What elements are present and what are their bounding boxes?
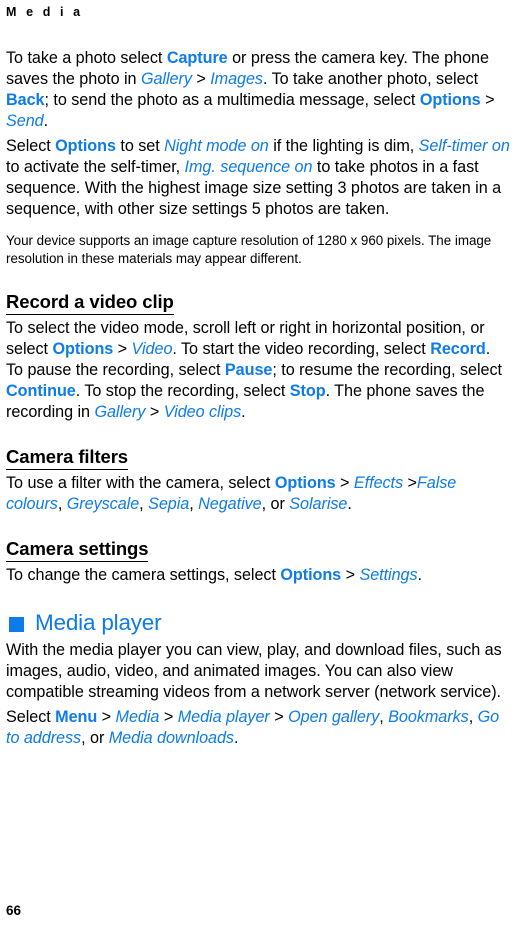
ui-term-effects: Effects (353, 474, 404, 492)
ui-term-send: Send (6, 112, 44, 130)
ui-term-options: Options (419, 91, 481, 109)
filled-square-icon (9, 616, 24, 632)
ui-term-menu: Menu (55, 708, 98, 726)
ui-term-open-gallery: Open gallery (288, 708, 380, 726)
media-player-description-paragraph: With the media player you can view, play… (6, 641, 502, 701)
ui-term-negative: Negative (198, 495, 262, 513)
text-run: Select (6, 137, 56, 155)
ui-term-record: Record (430, 340, 486, 358)
text-run: to activate the self-timer, (6, 158, 185, 176)
ui-term-settings: Settings (359, 566, 418, 584)
text-run: To use a filter with the camera, select (6, 474, 275, 492)
ui-term-video-clips: Video clips (163, 403, 242, 421)
text-run: Select (6, 708, 56, 726)
text-run: , (468, 708, 478, 726)
heading-camera-settings-wrap: Camera settings (6, 537, 510, 562)
ui-term-solarise: Solarise (289, 495, 348, 513)
heading-camera-filters: Camera filters (6, 445, 128, 470)
path-separator: > (113, 340, 132, 358)
ui-term-pause: Pause (224, 361, 273, 379)
text-run: , (189, 495, 199, 513)
ui-term-continue: Continue (6, 382, 76, 400)
text-run: . To stop the recording, select (75, 382, 290, 400)
ui-term-options: Options (55, 137, 116, 155)
text-run: , (379, 708, 389, 726)
ui-term-self-timer-on: Self-timer on (418, 137, 510, 155)
page-number: 66 (6, 903, 22, 918)
path-separator: > (341, 566, 360, 584)
media-player-menu-path-paragraph: Select Menu > Media > Media player > Ope… (6, 707, 510, 749)
ui-term-gallery: Gallery (140, 70, 192, 88)
ui-term-sepia: Sepia (148, 495, 190, 513)
text-run: . (417, 566, 423, 584)
path-separator: > (145, 403, 164, 421)
path-separator: > (335, 474, 354, 492)
ui-term-options: Options (280, 566, 342, 584)
text-run: To change the camera settings, select (6, 566, 281, 584)
ui-term-greyscale: Greyscale (66, 495, 140, 513)
text-run: . (241, 403, 246, 421)
ui-term-stop: Stop (289, 382, 326, 400)
text-run: , (57, 495, 67, 513)
ui-term-capture: Capture (166, 49, 228, 67)
ui-term-options: Options (274, 474, 336, 492)
camera-settings-paragraph: To change the camera settings, select Op… (6, 565, 510, 586)
path-separator: > (403, 474, 417, 492)
video-recording-paragraph: To select the video mode, scroll left or… (6, 318, 510, 423)
path-separator: > (269, 708, 289, 726)
ui-term-gallery: Gallery (94, 403, 146, 421)
running-header: M e d i a (6, 5, 84, 19)
ui-term-media-player: Media player (177, 708, 270, 726)
ui-term-img-sequence-on: Img. sequence on (184, 158, 313, 176)
heading-media-player: Media player (35, 610, 162, 635)
text-run: . To start the video recording, select (172, 340, 431, 358)
text-run: to set (115, 137, 165, 155)
heading-media-player-wrap: Media player (6, 610, 510, 636)
heading-camera-settings: Camera settings (6, 537, 149, 562)
text-run: . (347, 495, 352, 513)
text-run: , or (81, 729, 109, 747)
ui-term-video: Video (131, 340, 173, 358)
text-run: ; to resume the recording, select (272, 361, 502, 379)
path-separator: > (159, 708, 178, 726)
text-run: To take a photo select (6, 49, 167, 67)
path-separator: > (97, 708, 116, 726)
text-run: if the lighting is dim, (268, 137, 419, 155)
ui-term-images: Images (210, 70, 263, 88)
ui-term-night-mode-on: Night mode on (164, 137, 269, 155)
ui-term-media-downloads: Media downloads (108, 729, 234, 747)
text-run: . (233, 729, 239, 747)
ui-term-options: Options (52, 340, 114, 358)
heading-camera-filters-wrap: Camera filters (6, 445, 510, 470)
heading-record-a-video-clip-wrap: Record a video clip (6, 290, 510, 315)
camera-resolution-note: Your device supports an image capture re… (6, 233, 492, 266)
document-page: M e d i a To take a photo select Capture… (0, 0, 516, 925)
ui-term-media: Media (115, 708, 160, 726)
path-separator: > (480, 91, 495, 109)
camera-capture-paragraph: To take a photo select Capture or press … (6, 48, 510, 132)
text-run: . (43, 112, 49, 130)
text-run: ; to send the photo as a multimedia mess… (44, 91, 420, 109)
camera-filters-paragraph: To use a filter with the camera, select … (6, 473, 510, 515)
ui-term-bookmarks: Bookmarks (388, 708, 469, 726)
text-run: , (139, 495, 149, 513)
text-run: , or (261, 495, 290, 513)
text-run: . To take another photo, select (262, 70, 479, 88)
camera-options-paragraph: Select Options to set Night mode on if t… (6, 136, 510, 220)
ui-term-back: Back (6, 91, 45, 109)
heading-record-a-video-clip: Record a video clip (6, 290, 174, 315)
path-separator: > (191, 70, 211, 88)
